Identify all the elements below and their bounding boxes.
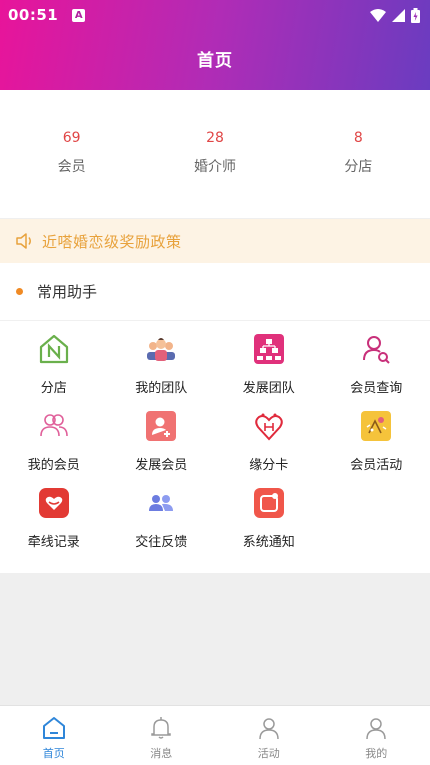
status-bar: 00:51 A	[0, 0, 430, 30]
tab-messages[interactable]: 消息	[108, 706, 216, 765]
stat-value: 28	[206, 130, 224, 146]
heart-card-icon	[253, 410, 285, 442]
stat-members[interactable]: 69 会员	[0, 130, 143, 218]
helper-item-grow-team[interactable]: 发展团队	[215, 333, 323, 410]
notice-text: 近嗒婚恋级奖励政策	[42, 232, 182, 251]
helper-item-my-members[interactable]: 我的会员	[0, 410, 108, 487]
user-icon	[259, 718, 279, 740]
helper-item-label: 分店	[40, 381, 67, 396]
tab-activity[interactable]: 活动	[215, 706, 323, 765]
helper-item-fate-card[interactable]: 缘分卡	[215, 410, 323, 487]
page-title: 首页	[197, 51, 233, 71]
status-icons	[370, 7, 420, 23]
stat-value: 69	[62, 130, 81, 146]
store-icon	[38, 333, 70, 365]
helper-item-feedback[interactable]: 交往反馈	[108, 487, 216, 564]
status-time: 00:51	[8, 6, 59, 24]
home-icon	[42, 717, 65, 739]
tab-home[interactable]: 首页	[0, 706, 108, 765]
helper-item-system-notice[interactable]: 系统通知	[215, 487, 323, 564]
helper-panel: 常用助手 分店 我的团队 发展团队 会员查询 我的会员 发展会员 缘分卡 会员活…	[0, 263, 430, 573]
helper-title: 常用助手	[37, 283, 98, 301]
notice-bar[interactable]: 近嗒婚恋级奖励政策	[0, 219, 430, 263]
tab-label: 我的	[365, 747, 388, 760]
tab-label: 消息	[150, 747, 173, 760]
stat-label: 婚介师	[193, 159, 236, 175]
helper-item-label: 发展会员	[135, 458, 188, 473]
stat-stores[interactable]: 8 分店	[287, 130, 430, 218]
helper-item-match-records[interactable]: 牵线记录	[0, 487, 108, 564]
bell-icon	[151, 717, 171, 739]
helper-item-store[interactable]: 分店	[0, 333, 108, 410]
team-icon	[145, 333, 177, 365]
tab-label: 活动	[257, 747, 280, 760]
wifi-icon	[370, 8, 386, 22]
bullet-dot-icon	[16, 288, 23, 295]
helper-item-label: 会员查询	[350, 381, 403, 396]
org-chart-icon	[253, 333, 285, 365]
header: 00:51 A 首页	[0, 0, 430, 90]
add-member-icon	[145, 410, 177, 442]
member-search-icon	[360, 333, 392, 365]
members-icon	[38, 410, 70, 442]
helper-item-grow-member[interactable]: 发展会员	[108, 410, 216, 487]
helper-item-member-search[interactable]: 会员查询	[323, 333, 430, 410]
notification-a-icon: A	[72, 8, 86, 22]
tab-mine[interactable]: 我的	[323, 706, 430, 765]
bottom-tab-bar: 首页 消息 活动 我的	[0, 705, 430, 765]
helper-item-label: 发展团队	[242, 381, 295, 396]
match-record-icon	[38, 487, 70, 519]
helper-grid: 分店 我的团队 发展团队 会员查询 我的会员 发展会员 缘分卡 会员活动 牵线记…	[0, 321, 430, 564]
helper-item-label: 缘分卡	[249, 458, 289, 473]
user-icon	[366, 718, 386, 740]
helper-item-member-activity[interactable]: 会员活动	[323, 410, 430, 487]
notification-icon	[253, 487, 285, 519]
stat-label: 会员	[57, 159, 86, 175]
helper-header: 常用助手	[0, 263, 430, 321]
helper-item-my-team[interactable]: 我的团队	[108, 333, 216, 410]
battery-icon	[411, 7, 420, 23]
helper-item-label: 我的团队	[135, 381, 188, 396]
helper-item-label: 系统通知	[242, 535, 295, 550]
stats-panel: 69 会员 28 婚介师 8 分店	[0, 90, 430, 218]
stat-matchmakers[interactable]: 28 婚介师	[143, 130, 286, 218]
speaker-icon	[16, 233, 31, 249]
tab-label: 首页	[42, 747, 65, 760]
activity-icon	[360, 410, 392, 442]
signal-icon	[392, 8, 405, 22]
stat-value: 8	[353, 130, 363, 146]
helper-item-label: 交往反馈	[135, 535, 188, 550]
helper-item-label: 会员活动	[350, 458, 403, 473]
helper-item-label: 我的会员	[27, 458, 80, 473]
helper-item-label: 牵线记录	[27, 535, 80, 550]
stat-label: 分店	[344, 159, 373, 175]
feedback-icon	[145, 487, 177, 519]
